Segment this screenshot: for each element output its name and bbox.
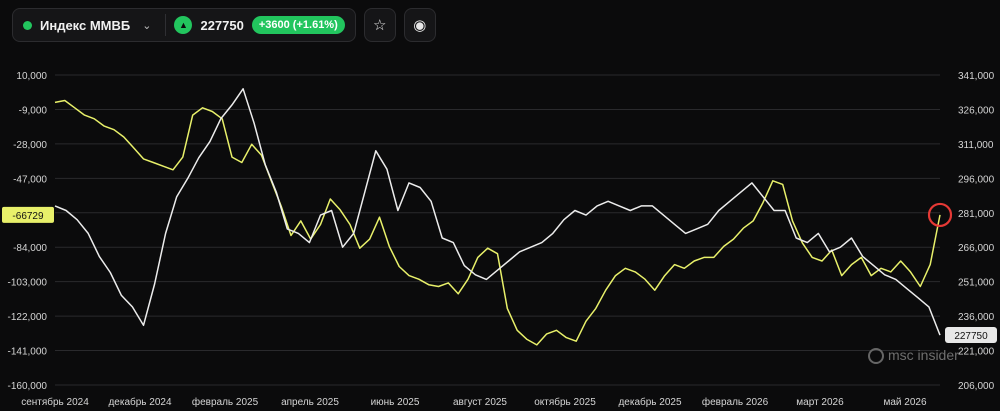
- left-current-value-label: -66729: [12, 211, 44, 222]
- x-axis-tick: март 2026: [796, 397, 844, 408]
- right-axis-tick: 266,000: [958, 243, 995, 254]
- left-axis-tick: 10,000: [16, 71, 47, 82]
- right-axis-tick: 326,000: [958, 105, 995, 116]
- right-axis-tick: 341,000: [958, 71, 995, 82]
- divider: [165, 14, 167, 36]
- right-axis-tick: 311,000: [958, 140, 994, 151]
- left-axis-tick: -9,000: [19, 105, 48, 116]
- visibility-button[interactable]: ◉: [403, 8, 436, 42]
- x-axis-tick: февраль 2025: [192, 396, 259, 408]
- left-axis-tick: -122,000: [8, 312, 48, 323]
- msc-logo-icon: [868, 348, 884, 364]
- x-axis-tick: декабрь 2024: [108, 396, 172, 408]
- instrument-name: Индекс ММВБ: [40, 17, 131, 33]
- left-axis-tick: -141,000: [8, 347, 48, 358]
- instrument-toolbar: Индекс ММВБ ⌄ ▲ 227750 +3600 (+1.61%) ☆ …: [12, 8, 436, 42]
- x-axis-tick: июнь 2025: [371, 397, 420, 408]
- line-chart: 10,000-9,000-28,000-47,000-66,000-84,000…: [2, 71, 997, 408]
- right-current-value-label: 227750: [954, 331, 988, 342]
- watermark-text: msc insider: [888, 347, 959, 363]
- instrument-selector[interactable]: Индекс ММВБ ⌄ ▲ 227750 +3600 (+1.61%): [12, 8, 356, 42]
- x-axis-tick: октябрь 2025: [534, 396, 596, 408]
- price-change-badge: +3600 (+1.61%): [251, 16, 345, 34]
- right-axis-tick: 221,000: [958, 347, 995, 358]
- left-axis-tick: -103,000: [8, 278, 48, 289]
- x-axis-tick: сентябрь 2024: [21, 396, 89, 408]
- right-axis-tick: 206,000: [958, 381, 995, 392]
- chevron-down-icon[interactable]: ⌄: [142, 19, 151, 32]
- left-axis-tick: -47,000: [13, 174, 47, 185]
- right-axis-tick: 296,000: [958, 174, 995, 185]
- star-icon: ☆: [373, 17, 387, 34]
- left-axis-tick: -160,000: [8, 381, 48, 392]
- right-axis-tick: 251,000: [958, 278, 995, 289]
- eye-icon: ◉: [413, 17, 427, 34]
- instrument-price: 227750: [200, 17, 244, 33]
- right-axis-tick: 236,000: [958, 312, 995, 323]
- right-axis-tick: 281,000: [958, 209, 995, 220]
- triangle-up-icon: ▲: [174, 16, 193, 34]
- x-axis-tick: май 2026: [883, 397, 926, 408]
- market-status-dot: [23, 20, 32, 30]
- x-axis-tick: апрель 2025: [281, 397, 339, 408]
- series-line-2: [54, 88, 941, 336]
- x-axis-tick: декабрь 2025: [618, 396, 682, 408]
- favorite-button[interactable]: ☆: [363, 8, 396, 42]
- series-line-1: [54, 99, 941, 346]
- left-axis-tick: -28,000: [13, 140, 47, 151]
- x-axis-tick: август 2025: [453, 397, 507, 408]
- left-axis-tick: -84,000: [13, 243, 47, 254]
- x-axis-tick: февраль 2026: [702, 396, 769, 408]
